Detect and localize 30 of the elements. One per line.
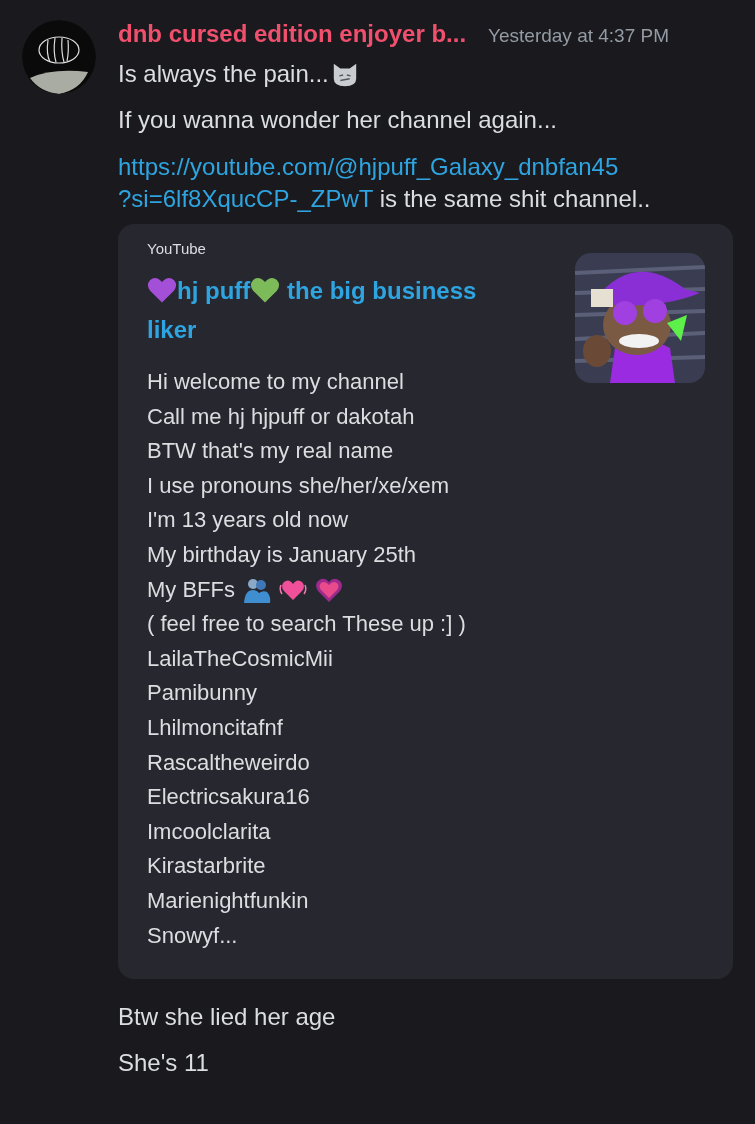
embed-provider: YouTube	[147, 240, 207, 257]
description-text: I use pronouns she/her/xe/xem	[147, 471, 451, 500]
avatar[interactable]	[22, 20, 96, 94]
heart-icon	[315, 576, 343, 603]
message-text: She's 11	[118, 1048, 210, 1079]
description-text: I'm 13 years old now	[147, 506, 350, 535]
username[interactable]: dnb cursed edition enjoyer b...	[118, 20, 467, 48]
description-text: LailaTheCosmicMii	[147, 644, 334, 673]
description-text: Call me hj hjpuff or dakotah	[147, 402, 416, 431]
message-text: Is always the pain...	[118, 59, 329, 89]
timestamp: Yesterday at 4:37 PM	[488, 25, 669, 47]
embed-title-link[interactable]: hj puff the big business liker	[147, 271, 527, 349]
link[interactable]: ?si=6lf8XqucCP-_ZPwT	[118, 185, 373, 212]
description-text: Snowyf...	[147, 921, 239, 950]
message-text: If you wanna wonder her channel again...	[118, 105, 558, 135]
message-text: Btw she lied her age	[118, 1002, 337, 1033]
message-text: is the same shit channel..	[378, 185, 651, 212]
description-text: Imcoolclarita	[147, 817, 272, 846]
description-text: Lhilmoncitafnf	[147, 713, 284, 742]
link[interactable]: https://youtube.com/@hjpuff_Galaxy_dnbfan45	[118, 151, 619, 183]
description-text: BTW that's my real name	[147, 437, 395, 466]
description-text: Hi welcome to my channel	[147, 368, 405, 396]
description-text: Pamibunny	[147, 679, 259, 708]
description-text: ( feel free to search These up :] )	[147, 610, 467, 639]
description-text: Kirastarbrite	[147, 852, 267, 881]
description-text: Marienightfunkin	[147, 886, 310, 915]
description-text: My BFFs	[147, 575, 235, 604]
description-text: Rascaltheweirdo	[147, 748, 311, 777]
description-text: Electricsakura16	[147, 783, 311, 812]
description-text: My birthday is January 25th	[147, 540, 418, 569]
